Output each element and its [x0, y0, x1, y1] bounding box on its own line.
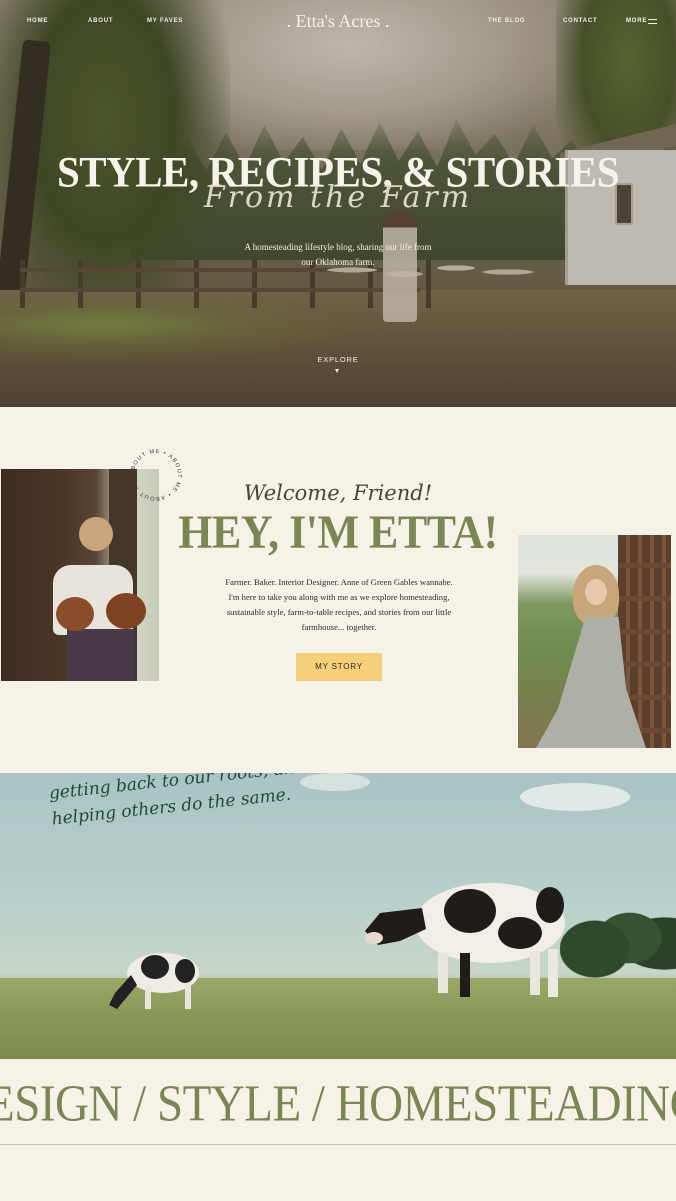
- about-body-text: Farmer. Baker. Interior Designer. Anne o…: [225, 577, 453, 632]
- nav-link-contact[interactable]: CONTACT: [563, 18, 597, 24]
- topics-marquee-text: ESIGN / STYLE / HOMESTEADING / BAK: [0, 1075, 676, 1133]
- background-trees: [560, 883, 676, 993]
- chevron-down-icon[interactable]: [335, 369, 339, 373]
- etta-barn-photo: [518, 535, 671, 748]
- woman-face: [585, 579, 607, 605]
- hero-section: HOME ABOUT MY FAVES . Etta's Acres . THE…: [0, 0, 676, 407]
- chicken: [106, 593, 146, 629]
- philosophy-section: I believe in the simple life, in getting…: [0, 773, 676, 1059]
- philosophy-quote: I believe in the simple life, in getting…: [45, 773, 306, 830]
- top-nav: HOME ABOUT MY FAVES . Etta's Acres . THE…: [0, 0, 676, 44]
- girl-apron: [67, 629, 135, 681]
- cow-small: [109, 953, 199, 1009]
- nav-link-the-blog[interactable]: THE BLOG: [488, 18, 525, 24]
- about-section: ABOUT ME • ABOUT ME • ABOUT ME • Welcome…: [0, 407, 676, 773]
- menu-icon[interactable]: [648, 19, 657, 24]
- explore-link[interactable]: EXPLORE: [0, 355, 676, 364]
- chicken: [56, 597, 94, 631]
- my-story-button[interactable]: MY STORY: [296, 653, 382, 681]
- welcome-script: Welcome, Friend!: [243, 481, 433, 505]
- hero-script-title: From the Farm: [203, 180, 473, 215]
- divider: [0, 1144, 676, 1145]
- nav-link-more[interactable]: MORE: [626, 18, 647, 24]
- hero-subtitle: A homesteading lifestyle blog, sharing o…: [244, 242, 432, 267]
- cloud: [520, 783, 630, 811]
- cow-large: [365, 883, 565, 997]
- topics-marquee: ESIGN / STYLE / HOMESTEADING / BAK: [0, 1059, 676, 1201]
